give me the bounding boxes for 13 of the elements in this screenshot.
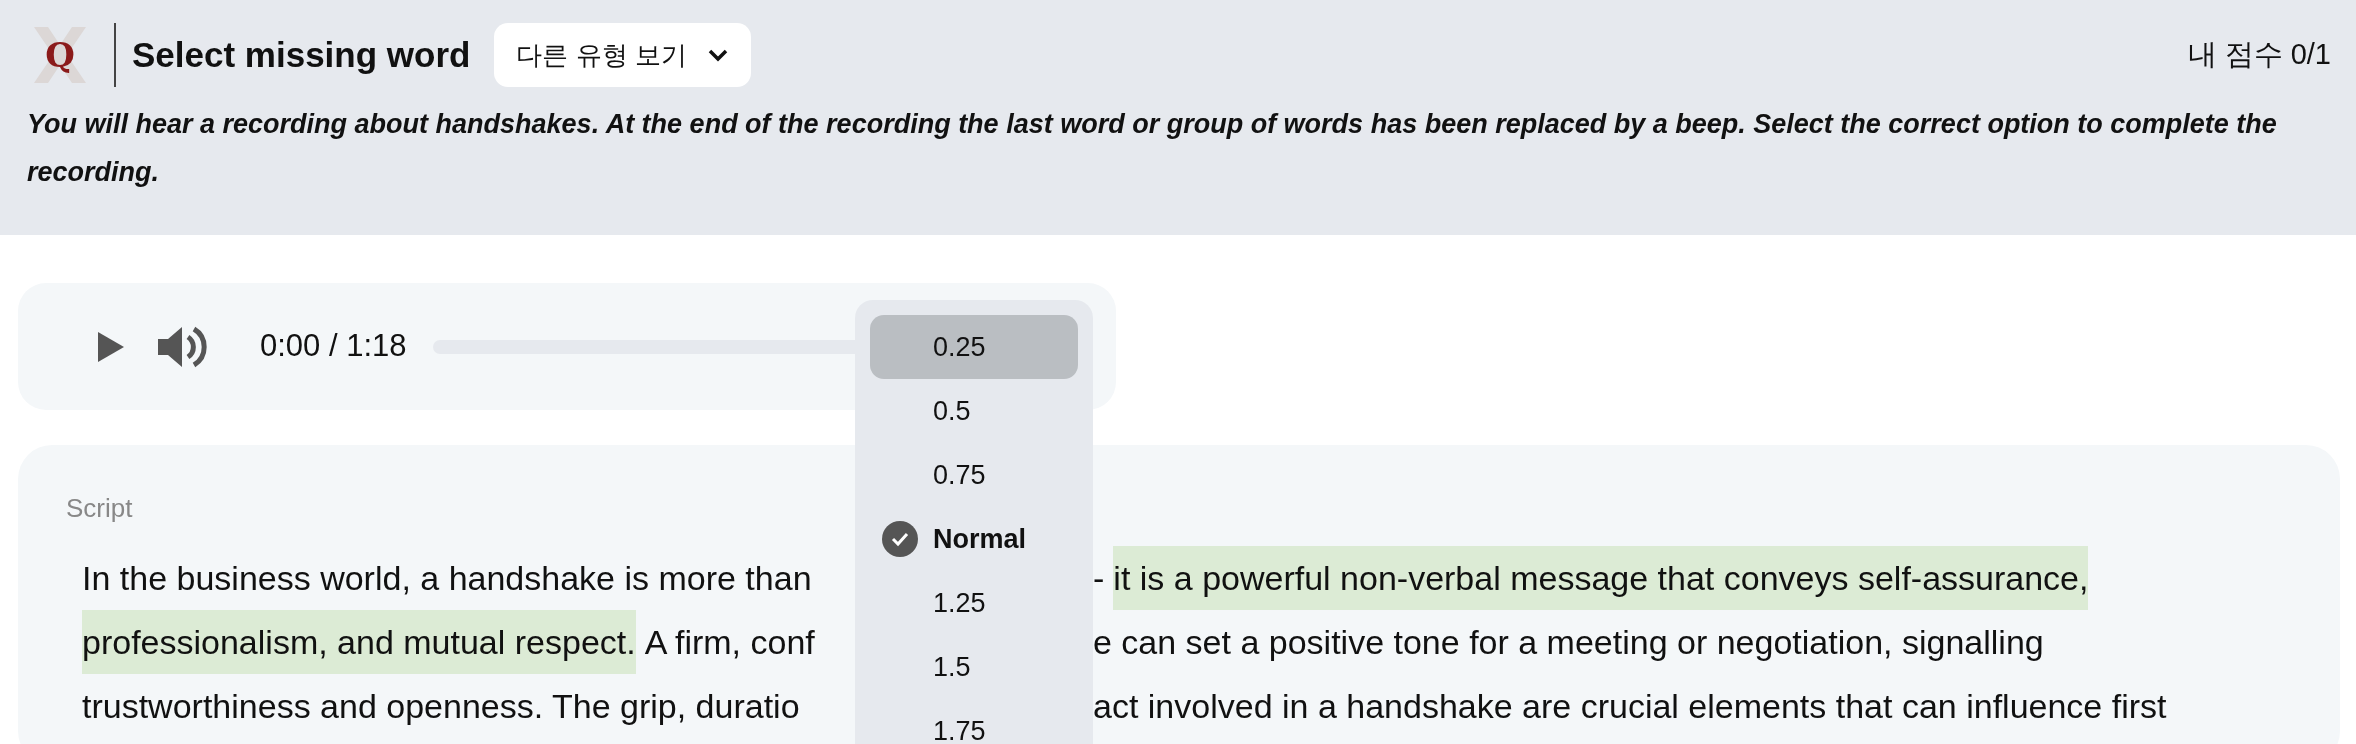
script-text: trustworthiness and openness. The grip, duratio <box>82 686 800 727</box>
script-text: e can set a positive tone for a meeting or negotiation, signalling <box>1093 622 2044 663</box>
page-title: Select missing word <box>132 33 471 76</box>
highlighted-text: professionalism, and mutual respect. <box>82 610 636 674</box>
script-text: A firm, conf <box>644 622 815 663</box>
instruction-text: You will hear a recording about handshakes. At the end of the recording the last word or group of words has been replaced by a beep. Select the correct option to complete the recording. <box>27 108 2278 189</box>
script-text: act involved in a handshake are crucial elements that can influence first <box>1093 686 2167 727</box>
time-display: 0:00 / 1:18 <box>260 327 407 366</box>
script-text: - <box>1093 558 1105 599</box>
script-label: Script <box>66 492 134 525</box>
script-text: In the business world, a handshake is more than <box>82 558 812 599</box>
score-text: 내 점수 0/1 <box>2187 37 2331 73</box>
highlighted-text: it is a powerful non-verbal message that conveys self-assurance, <box>1113 546 2089 610</box>
